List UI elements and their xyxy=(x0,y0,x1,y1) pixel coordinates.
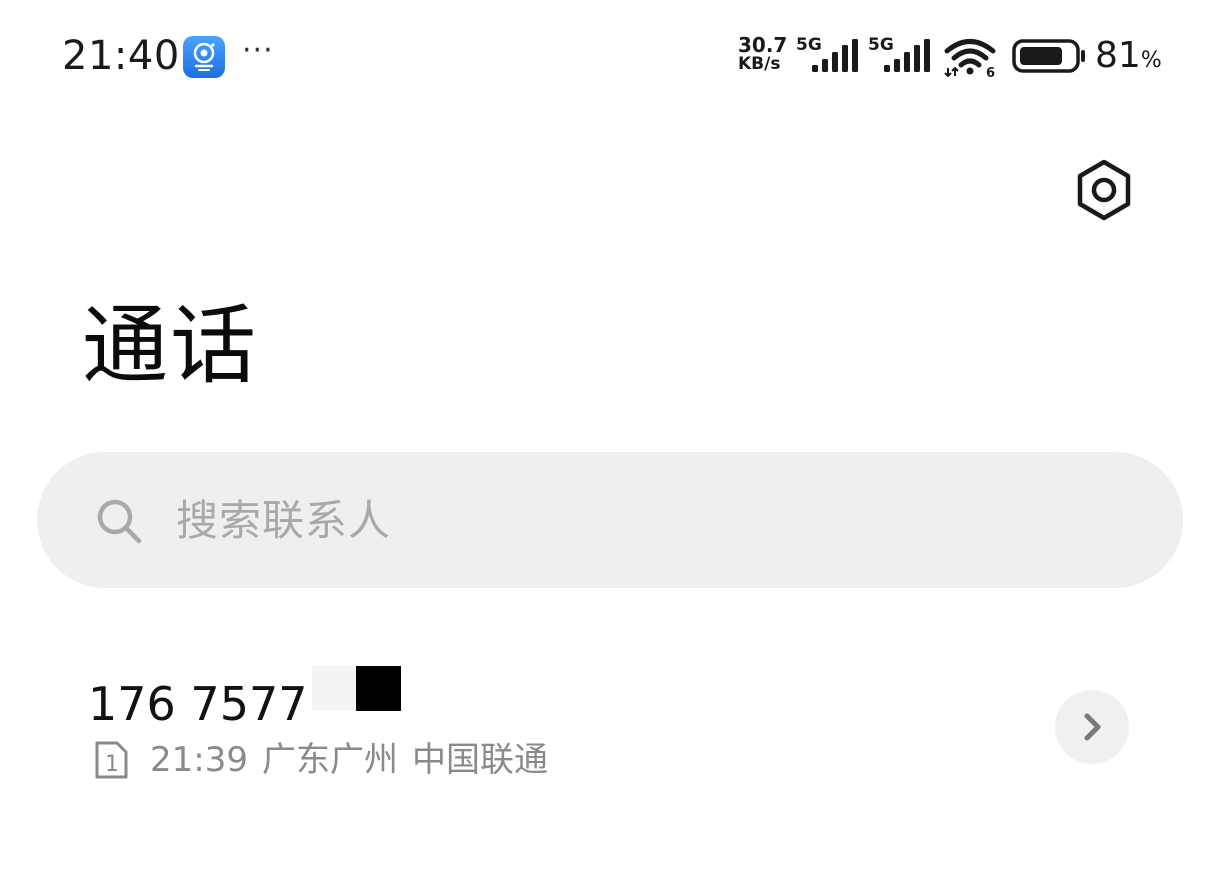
more-notifications-icon: ··· xyxy=(242,33,274,68)
call-location: 广东广州 xyxy=(261,740,398,780)
signal-bars-icon xyxy=(884,39,930,72)
network-speed-unit: KB/s xyxy=(738,54,781,74)
status-time: 21:40 xyxy=(62,33,180,79)
wifi-standard-label: 6 xyxy=(986,66,995,78)
chevron-right-icon xyxy=(1084,713,1101,741)
call-detail-button[interactable] xyxy=(1055,690,1129,764)
sim2-signal: 5G xyxy=(868,36,934,74)
hexagon-gear-icon xyxy=(1077,159,1131,221)
camera-app-icon xyxy=(183,36,225,78)
network-speed-value: 30.7 xyxy=(738,33,788,57)
call-carrier: 中国联通 xyxy=(411,740,548,780)
call-number: 176 7577 xyxy=(88,677,308,731)
battery-percent-value: 81 xyxy=(1095,35,1141,76)
redaction-mark xyxy=(312,666,356,710)
sim-slot-number: 1 xyxy=(105,752,119,777)
phone-screen: 21:40 ··· 30.7 KB/s 5G 5G 6 81% 通话 搜索联系人… xyxy=(0,0,1220,874)
settings-button[interactable] xyxy=(1068,154,1140,226)
page-title: 通话 xyxy=(82,296,258,396)
call-time: 21:39 xyxy=(150,740,248,780)
call-meta: 21:39 广东广州 中国联通 xyxy=(150,736,562,784)
search-placeholder[interactable]: 搜索联系人 xyxy=(176,494,391,548)
redaction-mark xyxy=(356,666,401,711)
network-speed: 30.7 KB/s xyxy=(738,33,794,74)
magnifier-icon xyxy=(94,496,144,546)
battery-percentage: 81% xyxy=(1095,33,1162,84)
battery-icon xyxy=(1012,38,1088,78)
sim-card-icon: 1 xyxy=(93,740,129,780)
signal-bars-icon xyxy=(812,39,858,72)
battery-percent-sign: % xyxy=(1140,48,1162,73)
battery-level-fill xyxy=(1020,47,1062,65)
wifi-icon: 6 xyxy=(944,38,1000,82)
sim1-signal: 5G xyxy=(796,36,862,74)
status-bar: 21:40 ··· 30.7 KB/s 5G 5G 6 81% xyxy=(0,0,1220,112)
